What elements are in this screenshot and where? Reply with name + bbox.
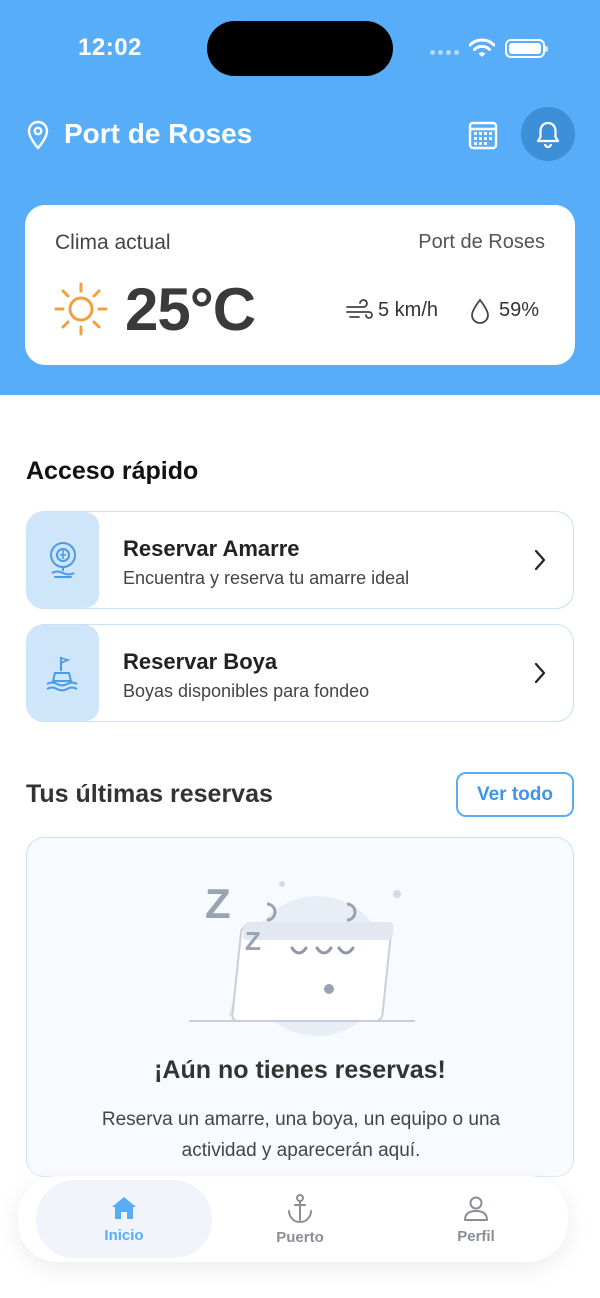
quick-card-subtitle: Boyas disponibles para fondeo (123, 681, 370, 701)
notifications-button[interactable] (521, 107, 575, 161)
wifi-icon (469, 38, 495, 57)
bell-icon (536, 121, 560, 148)
calendar-icon[interactable] (466, 118, 500, 152)
empty-reservations-card: Z Z ¡Aún no tienes reservas! Reserva un … (26, 837, 574, 1177)
view-all-button[interactable]: Ver todo (456, 772, 574, 817)
humidity: 59% (499, 299, 540, 321)
empty-title: ¡Aún no tienes reservas! (154, 1056, 446, 1084)
tab-inicio[interactable]: Inicio (36, 1180, 212, 1258)
humidity-drop-icon (471, 298, 489, 324)
weather-card: Clima actual Port de Roses 25°C 5 km/h 5… (25, 205, 575, 365)
tab-perfil[interactable]: Perfil (388, 1180, 564, 1258)
sleeping-calendar-illustration: Z Z (189, 880, 415, 1036)
location-title[interactable]: Port de Roses (64, 118, 252, 150)
chevron-right-icon (534, 549, 546, 571)
weather-place: Port de Roses (418, 231, 545, 253)
tab-bar: Inicio Puerto Perfil (18, 1176, 568, 1262)
quick-card-title: Reservar Boya (123, 649, 278, 674)
berth-icon (50, 542, 76, 578)
sun-icon (54, 282, 108, 336)
svg-text:Z: Z (245, 926, 261, 956)
chevron-right-icon (534, 662, 546, 684)
dynamic-island (207, 21, 393, 76)
quick-access-title: Acceso rápido (26, 457, 199, 485)
status-time: 12:02 (78, 34, 142, 61)
battery-icon (505, 39, 548, 58)
header: 12:02 Port de Roses Clima actual Port de… (0, 0, 600, 395)
person-icon (464, 1196, 488, 1221)
weather-title: Clima actual (55, 231, 171, 254)
tab-label: Perfil (457, 1227, 495, 1245)
quick-card-berth[interactable]: Reservar Amarre Encuentra y reserva tu a… (26, 511, 574, 609)
location-pin-icon (27, 120, 49, 150)
quick-card-icon-bg (27, 512, 99, 608)
wind-speed: 5 km/h (378, 299, 439, 321)
quick-card-subtitle: Encuentra y reserva tu amarre ideal (123, 568, 410, 588)
empty-description: Reserva un amarre, una boya, un equipo o… (101, 1109, 501, 1161)
wind-icon (346, 299, 373, 319)
home-icon (112, 1196, 136, 1219)
anchor-icon (288, 1193, 312, 1223)
buoy-icon (46, 656, 78, 692)
cellular-signal-icon (430, 50, 460, 56)
tab-puerto[interactable]: Puerto (212, 1180, 388, 1258)
svg-text:Z: Z (205, 880, 231, 927)
quick-card-icon-bg (27, 625, 99, 721)
quick-card-buoy[interactable]: Reservar Boya Boyas disponibles para fon… (26, 624, 574, 722)
quick-card-title: Reservar Amarre (123, 536, 300, 561)
tab-label: Puerto (276, 1228, 324, 1246)
tab-label: Inicio (104, 1226, 144, 1244)
temperature: 25°C (125, 276, 256, 343)
reservations-title: Tus últimas reservas (26, 780, 273, 808)
